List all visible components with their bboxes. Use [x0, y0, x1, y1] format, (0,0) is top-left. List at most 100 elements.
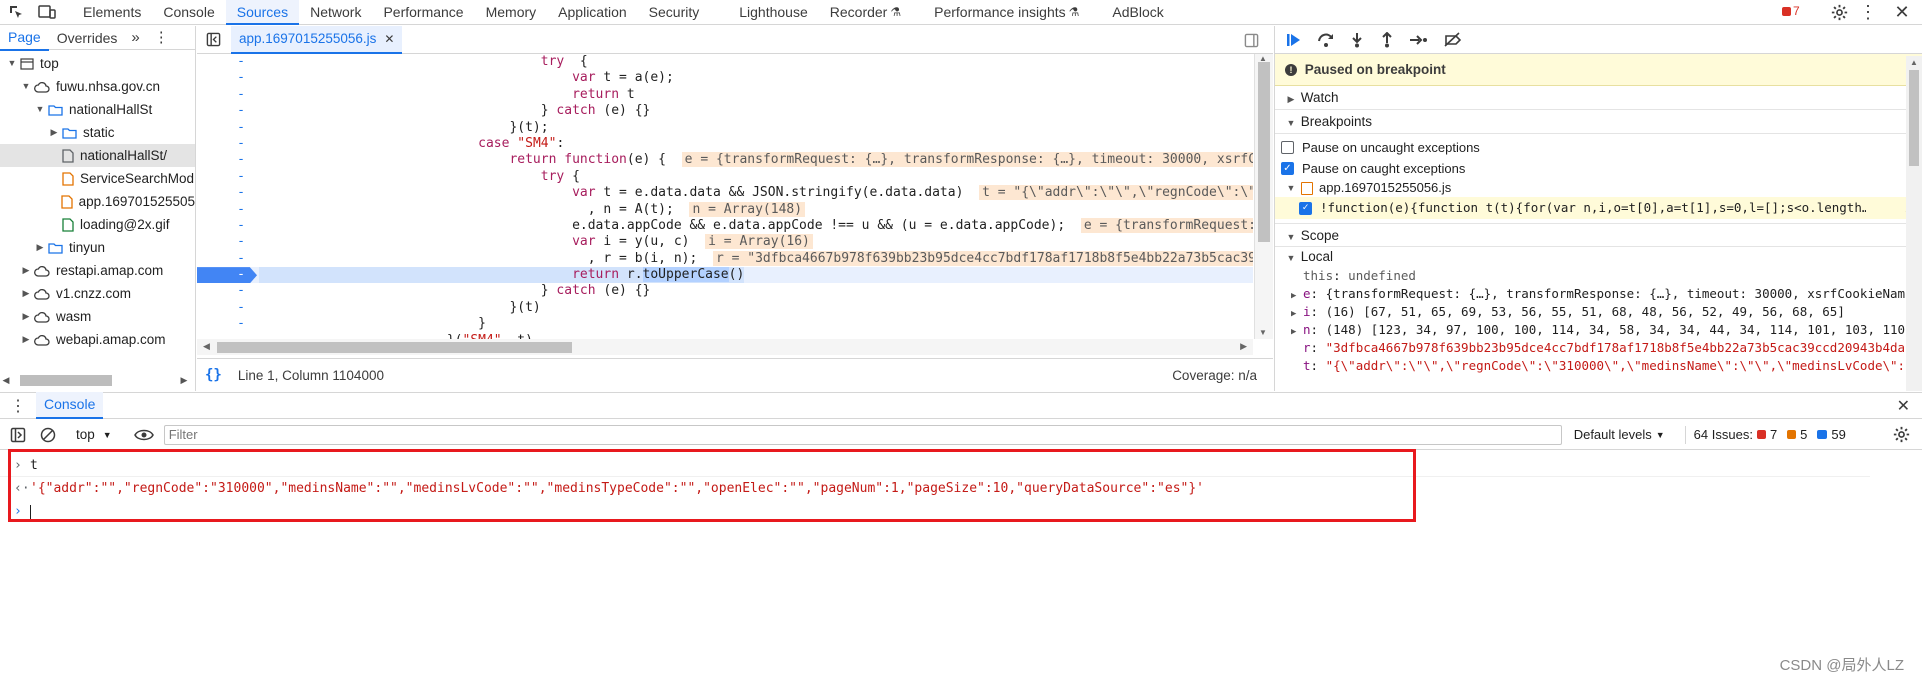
tab-recorder[interactable]: Recorder [819, 0, 899, 25]
line-gutter[interactable]: - [197, 234, 257, 250]
pause-uncaught-checkbox[interactable]: Pause on uncaught exceptions [1275, 137, 1922, 158]
chevron-right-icon[interactable]: ▶ [20, 328, 32, 351]
tree-item[interactable]: ▶ wasm [0, 305, 195, 328]
device-toolbar-icon[interactable] [32, 0, 62, 25]
context-selector[interactable]: top ▼ [76, 427, 112, 442]
more-options-icon[interactable]: ⋮ [1859, 2, 1877, 22]
tree-item[interactable]: ▶ webapi.amap.com [0, 328, 195, 351]
scope-variable[interactable]: ▶ e: {transformRequest: {…}, transformRes… [1291, 285, 1922, 303]
line-gutter[interactable]: - [197, 54, 257, 70]
step-over-icon[interactable] [1317, 32, 1335, 48]
expand-arrow-icon[interactable]: ▶ [1291, 323, 1303, 339]
line-gutter[interactable]: - [197, 87, 257, 103]
checkbox-checked[interactable]: ✓ [1299, 201, 1312, 215]
chevron-right-icon[interactable]: ▶ [20, 305, 32, 328]
step-icon[interactable] [1409, 32, 1429, 48]
line-gutter[interactable]: - [197, 136, 257, 152]
tree-item[interactable]: ▼ nationalHallSt [0, 98, 195, 121]
editor-hscrollbar[interactable]: ◀ ▶ [197, 339, 1253, 355]
expand-arrow-icon[interactable]: ▶ [1291, 287, 1303, 303]
close-devtools-icon[interactable]: ✕ [1892, 2, 1912, 22]
line-gutter[interactable]: - [197, 218, 257, 234]
scope-variable[interactable]: ▶ n: (148) [123, 34, 97, 100, 100, 114, 3… [1291, 321, 1922, 339]
issues-counter[interactable]: 64 Issues: 7 5 59 [1694, 427, 1846, 442]
tree-item[interactable]: ▼ fuwu.nhsa.gov.cn [0, 75, 195, 98]
watch-section-header[interactable]: ▶ Watch [1275, 86, 1922, 110]
expand-arrow-icon[interactable]: ▶ [1291, 305, 1303, 321]
tree-item[interactable]: ▶ tinyun [0, 236, 195, 259]
tab-sources[interactable]: Sources [225, 0, 300, 25]
tab-security[interactable]: Security [638, 0, 711, 25]
checkbox-unchecked[interactable] [1281, 141, 1294, 154]
step-into-icon[interactable] [1349, 32, 1365, 48]
chevron-right-icon[interactable]: ▶ [34, 236, 46, 259]
scope-section-header[interactable]: ▼ Scope [1275, 223, 1922, 247]
console-filter-input[interactable] [163, 424, 1562, 445]
line-gutter[interactable]: - [197, 103, 257, 119]
tree-item[interactable]: ▶ v1.cnzz.com [0, 282, 195, 305]
tree-item[interactable]: loading@2x.gif [0, 213, 195, 236]
step-out-icon[interactable] [1379, 31, 1395, 48]
local-scope-header[interactable]: ▼ Local [1275, 247, 1922, 267]
tree-item[interactable]: nationalHallSt/ [0, 144, 195, 167]
error-counter[interactable]: 7 [1782, 4, 1800, 18]
tab-performance[interactable]: Performance [372, 0, 474, 25]
clear-console-icon[interactable] [40, 427, 56, 443]
tree-item[interactable]: ▼ top [0, 52, 195, 75]
scope-variable[interactable]: t: "{\"addr\":\"\",\"regnCode\":\"310000… [1291, 357, 1922, 375]
line-gutter[interactable]: - [197, 251, 257, 267]
chevron-right-icon[interactable]: ▶ [20, 282, 32, 305]
more-tabs-icon[interactable]: » [125, 26, 145, 50]
checkbox-checked[interactable]: ✓ [1281, 162, 1294, 175]
live-expression-eye-icon[interactable] [133, 428, 154, 442]
close-tab-icon[interactable]: ✕ [384, 32, 394, 46]
tree-item[interactable]: ▶ static [0, 121, 195, 144]
chevron-right-icon[interactable]: ▶ [48, 121, 60, 144]
line-gutter[interactable]: - [197, 202, 257, 218]
editor-file-tab[interactable]: app.1697015255056.js ✕ [231, 25, 403, 54]
tab-elements[interactable]: Elements [72, 0, 152, 25]
navigator-menu-icon[interactable]: ⋮ [146, 26, 177, 50]
tab-application[interactable]: Application [547, 0, 638, 25]
scope-variable[interactable]: this: undefined [1291, 267, 1922, 285]
settings-gear-icon[interactable] [1828, 2, 1850, 22]
tab-page[interactable]: Page [0, 25, 49, 51]
toggle-debugger-icon[interactable] [1241, 30, 1261, 50]
scope-variable[interactable]: ▶ i: (16) [67, 51, 65, 69, 53, 56, 55, 51… [1291, 303, 1922, 321]
tree-item[interactable]: app.169701525505 [0, 190, 195, 213]
breakpoint-marker[interactable]: - [197, 267, 257, 284]
line-gutter[interactable]: - [197, 185, 257, 201]
close-drawer-icon[interactable]: ✕ [1897, 396, 1910, 416]
tab-console[interactable]: Console [36, 392, 104, 419]
toggle-navigator-icon[interactable] [201, 28, 225, 52]
pause-caught-checkbox[interactable]: ✓ Pause on caught exceptions [1275, 158, 1922, 179]
tab-network[interactable]: Network [299, 0, 372, 25]
chevron-down-icon[interactable]: ▼ [34, 98, 46, 121]
resume-icon[interactable] [1285, 32, 1303, 48]
drawer-menu-icon[interactable]: ⋮ [0, 396, 36, 416]
chevron-down-icon[interactable]: ▼ [20, 75, 32, 98]
editor-vscrollbar[interactable]: ▲ ▼ [1254, 54, 1273, 339]
inspect-element-icon[interactable] [0, 0, 32, 25]
tree-item[interactable]: ServiceSearchMod [0, 167, 195, 190]
chevron-right-icon[interactable]: ▶ [20, 259, 32, 282]
tab-console[interactable]: Console [152, 0, 225, 25]
line-gutter[interactable]: - [197, 169, 257, 185]
chevron-down-icon[interactable]: ▼ [6, 52, 18, 75]
navigator-hscrollbar[interactable]: ◀ ▶ [0, 373, 190, 387]
breakpoints-section-header[interactable]: ▼ Breakpoints [1275, 110, 1922, 134]
console-settings-gear-icon[interactable] [1893, 426, 1910, 443]
deactivate-breakpoints-icon[interactable] [1443, 31, 1463, 48]
tab-overrides[interactable]: Overrides [49, 26, 126, 50]
tab-lighthouse[interactable]: Lighthouse [728, 0, 819, 25]
tab-performance-insights[interactable]: Performance insights [923, 0, 1077, 25]
line-gutter[interactable]: - [197, 300, 257, 316]
pretty-print-icon[interactable]: {} [205, 367, 222, 383]
line-gutter[interactable]: - [197, 283, 257, 299]
line-gutter[interactable]: - [197, 152, 257, 168]
tab-adblock[interactable]: AdBlock [1101, 0, 1174, 25]
line-gutter[interactable]: - [197, 316, 257, 332]
breakpoint-file-row[interactable]: ▼ app.1697015255056.js [1275, 179, 1922, 197]
console-sidebar-icon[interactable] [10, 427, 26, 443]
tree-item[interactable]: ▶ restapi.amap.com [0, 259, 195, 282]
